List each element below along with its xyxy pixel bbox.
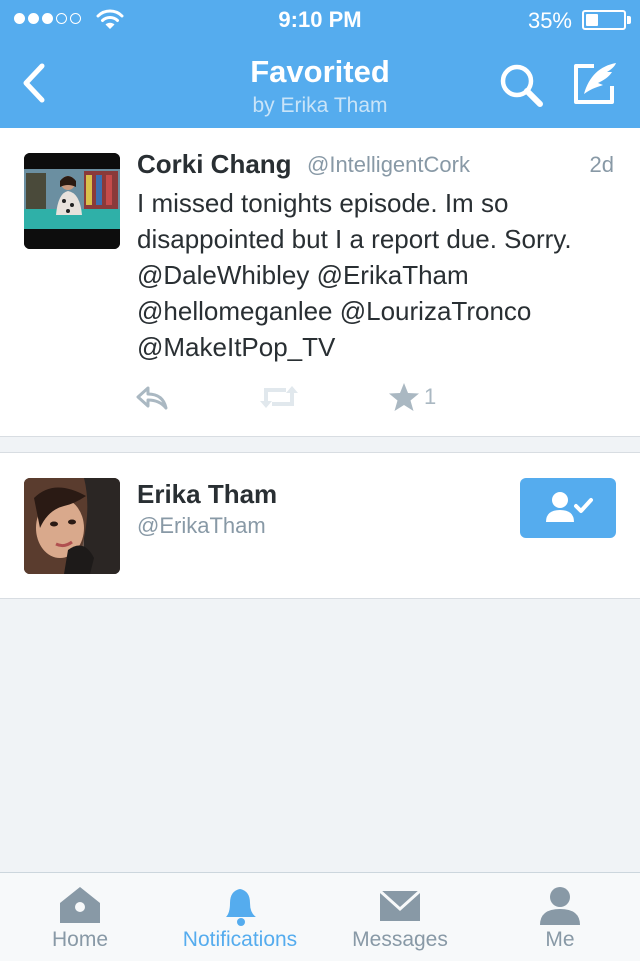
user-name[interactable]: Erika Tham	[137, 479, 277, 510]
user-row[interactable]: Erika Tham @ErikaTham	[0, 452, 640, 599]
nav-header: 9:10 PM 35% Favorited by Erika Tham	[0, 0, 640, 128]
tweet-card[interactable]: Corki Chang @IntelligentCork 2d I missed…	[0, 128, 640, 437]
favorite-star-icon[interactable]	[388, 382, 420, 412]
avatar[interactable]	[24, 153, 120, 249]
retweet-icon[interactable]	[258, 382, 300, 412]
tab-label-messages: Messages	[352, 928, 448, 951]
tab-label-notifications: Notifications	[182, 928, 298, 951]
search-icon[interactable]	[498, 62, 546, 108]
reply-icon[interactable]	[135, 382, 169, 412]
user-handle[interactable]: @ErikaTham	[137, 513, 266, 539]
home-icon	[60, 887, 100, 923]
status-bar: 9:10 PM 35%	[0, 0, 640, 40]
following-user-check-icon	[546, 492, 593, 522]
tab-messages[interactable]: Messages	[320, 873, 480, 961]
tab-home[interactable]: Home	[0, 873, 160, 961]
compose-tweet-icon[interactable]	[570, 60, 620, 108]
bell-icon	[226, 889, 256, 926]
favorite-count: 1	[424, 384, 437, 409]
tweet-text: I missed tonights episode. Im so disappo…	[137, 188, 572, 362]
tab-notifications[interactable]: Notifications	[160, 873, 320, 961]
tab-bar: Home Notifications Messages Me	[0, 872, 640, 961]
tweet-timestamp: 2d	[589, 152, 614, 177]
avatar[interactable]	[24, 478, 120, 574]
following-button[interactable]	[520, 478, 616, 538]
tab-me[interactable]: Me	[480, 873, 640, 961]
person-icon	[540, 887, 580, 925]
tab-label-me: Me	[545, 928, 575, 951]
tweet-author-handle[interactable]: @IntelligentCork	[307, 152, 470, 178]
battery-icon	[582, 10, 626, 30]
battery-percent: 35%	[527, 8, 572, 33]
tweet-author-name[interactable]: Corki Chang	[137, 149, 292, 180]
tab-label-home: Home	[51, 928, 109, 951]
envelope-icon	[378, 889, 422, 921]
